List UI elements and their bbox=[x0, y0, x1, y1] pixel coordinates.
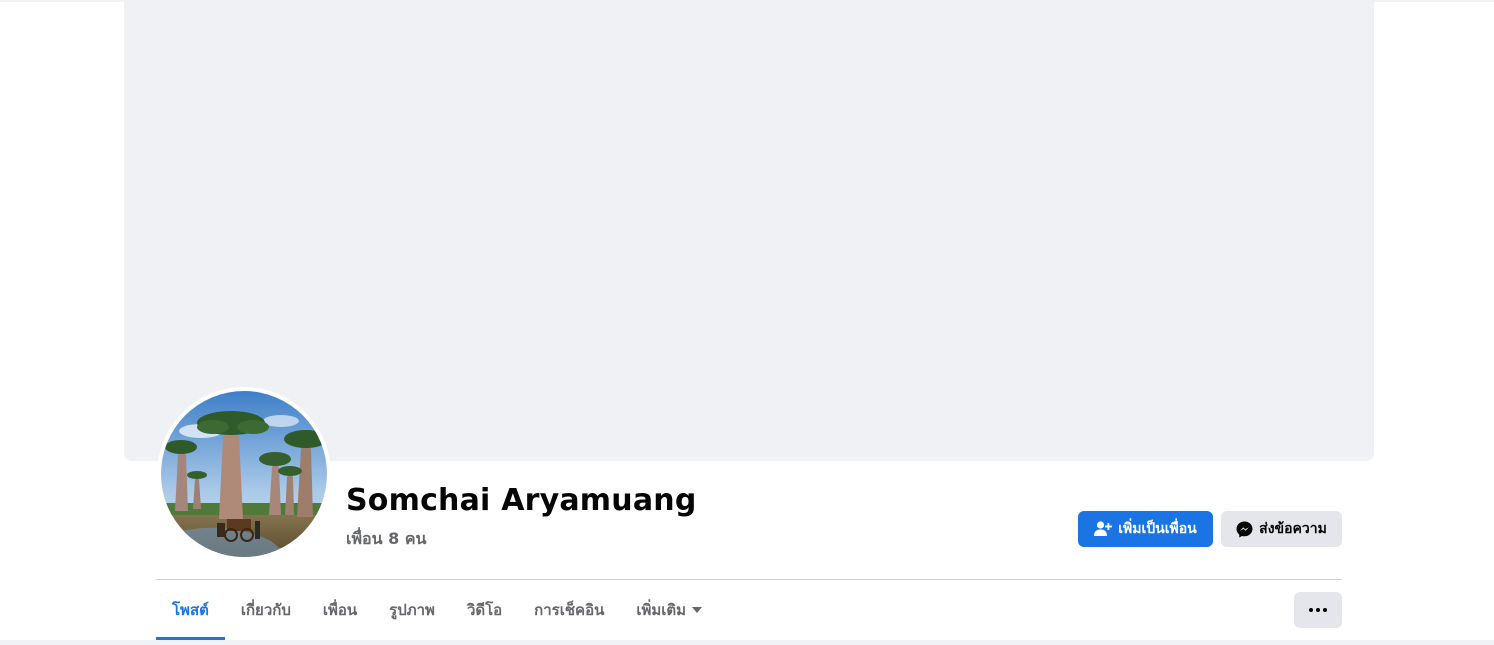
profile-avatar[interactable] bbox=[157, 387, 331, 561]
tab-videos-label: วิดีโอ bbox=[466, 601, 503, 619]
tab-videos[interactable]: วิดีโอ bbox=[451, 580, 518, 640]
add-friend-label: เพิ่มเป็นเพื่อน bbox=[1118, 521, 1197, 537]
cover-photo[interactable] bbox=[124, 0, 1374, 461]
tab-checkins-label: การเช็คอิน bbox=[534, 601, 605, 619]
tab-friends-label: เพื่อน bbox=[322, 601, 358, 619]
tab-friends[interactable]: เพื่อน bbox=[307, 580, 373, 640]
avatar-photo bbox=[161, 391, 327, 557]
add-friend-icon bbox=[1094, 521, 1113, 536]
tab-more-label: เพิ่มเติม bbox=[636, 601, 687, 619]
tab-photos-label: รูปภาพ bbox=[389, 601, 435, 619]
more-dots-icon bbox=[1323, 608, 1327, 612]
tab-more[interactable]: เพิ่มเติม bbox=[620, 580, 718, 640]
tab-about[interactable]: เกี่ยวกับ bbox=[225, 580, 307, 640]
bottom-divider bbox=[0, 640, 1494, 645]
tab-posts[interactable]: โพสต์ bbox=[156, 580, 225, 640]
send-message-button[interactable]: ส่งข้อความ bbox=[1221, 511, 1342, 547]
more-options-button[interactable] bbox=[1294, 592, 1342, 628]
more-dots-icon bbox=[1316, 608, 1320, 612]
more-dots-icon bbox=[1309, 608, 1313, 612]
caret-down-icon bbox=[692, 607, 703, 613]
tab-posts-label: โพสต์ bbox=[172, 601, 209, 619]
add-friend-button[interactable]: เพิ่มเป็นเพื่อน bbox=[1078, 511, 1213, 547]
tab-photos[interactable]: รูปภาพ bbox=[373, 580, 451, 640]
send-message-label: ส่งข้อความ bbox=[1259, 521, 1327, 537]
friends-count[interactable]: เพื่อน 8 คน bbox=[346, 527, 426, 552]
profile-tabs: โพสต์ เกี่ยวกับ เพื่อน รูปภาพ วิดีโอ การ… bbox=[156, 580, 718, 640]
tab-about-label: เกี่ยวกับ bbox=[240, 601, 291, 619]
tab-checkins[interactable]: การเช็คอิน bbox=[518, 580, 620, 640]
messenger-icon bbox=[1236, 521, 1253, 537]
profile-name: Somchai Aryamuang bbox=[346, 483, 697, 518]
